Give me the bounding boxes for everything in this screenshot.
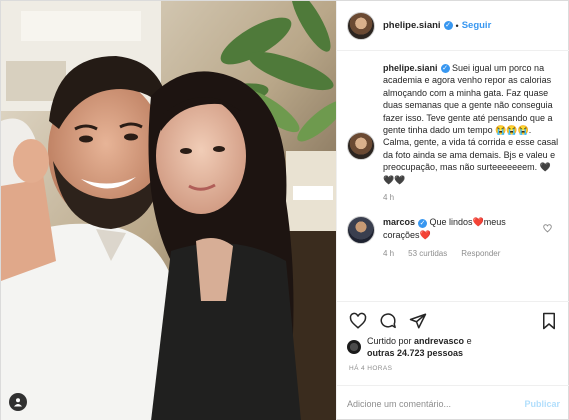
likes-count-link[interactable]: outras 24.723 pessoas (367, 348, 463, 358)
comment-like-heart-icon[interactable] (543, 224, 552, 235)
add-comment-bar: Publicar (337, 385, 569, 420)
comment-item: marcos ✓ Que lindos❤️meus corações❤️ 4 h … (347, 216, 560, 260)
caption-author-avatar[interactable] (347, 132, 375, 160)
reply-button[interactable]: Responder (461, 248, 500, 260)
comment-likes[interactable]: 53 curtidas (408, 248, 447, 260)
bookmark-icon[interactable] (538, 310, 560, 332)
couple-photo-illustration (1, 1, 336, 420)
heart-icon[interactable] (347, 310, 369, 332)
likes-prefix: Curtido por (367, 336, 415, 346)
separator-dot: • (455, 20, 459, 31)
likes-middle: e (464, 336, 472, 346)
action-bar (337, 301, 569, 339)
post-side-panel: phelipe.siani ✓ • Seguir phelipe.siani ✓ … (336, 1, 569, 420)
author-username[interactable]: phelipe.siani (383, 20, 441, 31)
share-icon[interactable] (407, 310, 429, 332)
caption-time[interactable]: 4 h (383, 192, 560, 204)
comment-input[interactable] (347, 398, 525, 409)
caption: phelipe.siani ✓ Suei igual um porco na ac… (347, 62, 560, 204)
likes-summary: Curtido por andrevasco e outras 24.723 p… (347, 335, 560, 359)
post-timestamp[interactable]: HÁ 4 HORAS (349, 365, 392, 372)
user-tag-icon[interactable] (9, 393, 27, 411)
liker-username[interactable]: andrevasco (414, 336, 464, 346)
post-header: phelipe.siani ✓ • Seguir (337, 1, 569, 51)
verified-badge-icon: ✓ (418, 218, 428, 228)
likes-text: Curtido por andrevasco e outras 24.723 p… (367, 335, 472, 359)
instagram-post-modal: phelipe.siani ✓ • Seguir phelipe.siani ✓ … (0, 0, 569, 420)
caption-username[interactable]: phelipe.siani (383, 63, 438, 73)
commenter-avatar[interactable] (347, 216, 375, 245)
publish-button[interactable]: Publicar (524, 399, 560, 409)
verified-badge-icon: ✓ (443, 21, 453, 30)
caption-text: Suei igual um porco na academia e agora … (383, 63, 559, 185)
caption-body: phelipe.siani ✓ Suei igual um porco na ac… (383, 62, 560, 204)
comment-icon[interactable] (377, 310, 399, 332)
comment-time[interactable]: 4 h (383, 248, 394, 260)
author-avatar[interactable] (347, 11, 375, 40)
comment-body: marcos ✓ Que lindos❤️meus corações❤️ 4 h … (383, 216, 542, 260)
comment-meta: 4 h 53 curtidas Responder (383, 248, 542, 260)
liker-avatar[interactable] (347, 340, 361, 354)
commenter-username[interactable]: marcos (383, 217, 415, 227)
post-photo[interactable] (1, 1, 336, 420)
verified-badge-icon: ✓ (440, 64, 450, 74)
follow-button[interactable]: Seguir (462, 20, 492, 31)
comments-list[interactable]: phelipe.siani ✓ Suei igual um porco na ac… (337, 52, 569, 301)
